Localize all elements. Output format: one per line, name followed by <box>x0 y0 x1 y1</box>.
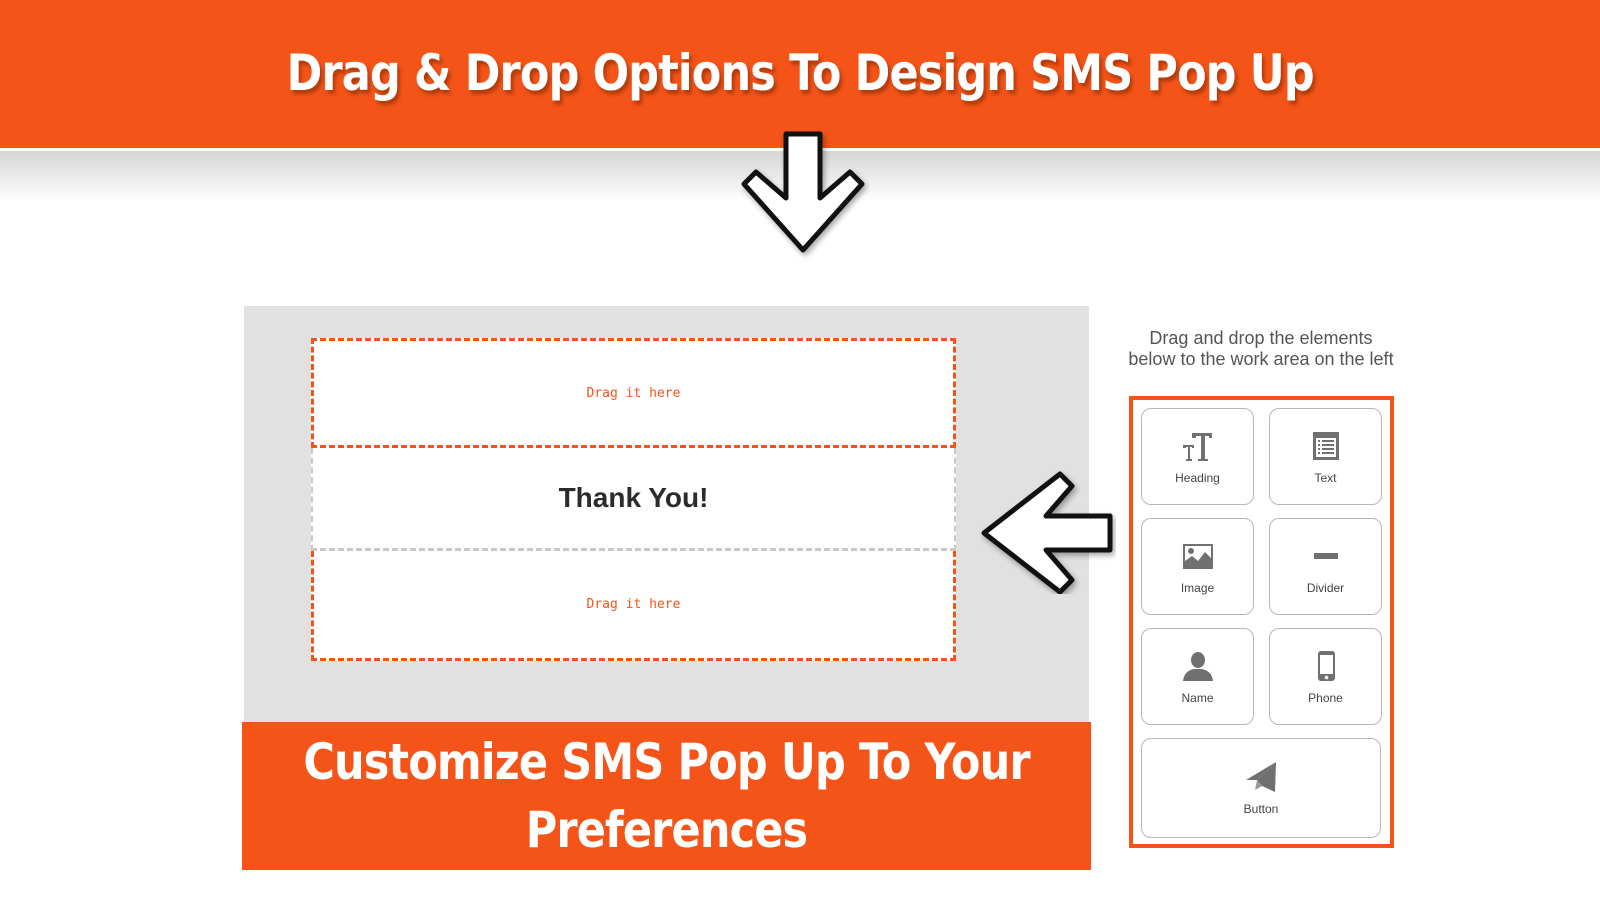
dropzone-bottom[interactable]: Drag it here <box>311 551 956 661</box>
element-palette: Heading Text Image Divider Name Phone Bu… <box>1129 396 1394 848</box>
image-icon <box>1181 539 1215 573</box>
palette-instructions: Drag and drop the elements below to the … <box>1128 328 1394 369</box>
text-list-icon <box>1309 429 1343 463</box>
page-title: Drag & Drop Options To Design SMS Pop Up <box>286 44 1314 102</box>
palette-item-name[interactable]: Name <box>1141 628 1254 725</box>
palette-item-image[interactable]: Image <box>1141 518 1254 615</box>
header-banner: Drag & Drop Options To Design SMS Pop Up <box>0 0 1600 148</box>
user-icon <box>1181 649 1215 683</box>
left-arrow-icon <box>981 471 1113 594</box>
heading-block[interactable]: Thank You! <box>311 448 956 551</box>
palette-item-label: Name <box>1181 690 1214 705</box>
palette-item-text[interactable]: Text <box>1269 408 1382 505</box>
palette-item-phone[interactable]: Phone <box>1269 628 1382 725</box>
caption-text: Customize SMS Pop Up To Your Preferences <box>303 733 1030 859</box>
palette-item-label: Button <box>1243 802 1279 816</box>
palette-item-label: Image <box>1180 580 1215 595</box>
down-arrow-icon <box>741 131 865 253</box>
caption-banner: Customize SMS Pop Up To Your Preferences <box>242 722 1091 870</box>
palette-item-button[interactable]: Button <box>1141 738 1381 838</box>
phone-icon <box>1309 649 1343 683</box>
palette-item-divider[interactable]: Divider <box>1269 518 1382 615</box>
heading-icon <box>1181 429 1215 463</box>
palette-item-heading[interactable]: Heading <box>1141 408 1254 505</box>
palette-item-label: Text <box>1314 470 1337 485</box>
heading-text: Thank You! <box>558 482 709 513</box>
palette-item-label: Divider <box>1306 580 1345 595</box>
dropzone-bottom-label: Drag it here <box>586 597 681 612</box>
dropzone-top-label: Drag it here <box>586 385 681 401</box>
dropzone-top[interactable]: Drag it here <box>311 338 956 448</box>
paper-plane-icon <box>1244 760 1278 794</box>
palette-item-label: Heading <box>1175 470 1220 485</box>
divider-icon <box>1309 539 1343 573</box>
palette-item-label: Phone <box>1308 690 1343 705</box>
